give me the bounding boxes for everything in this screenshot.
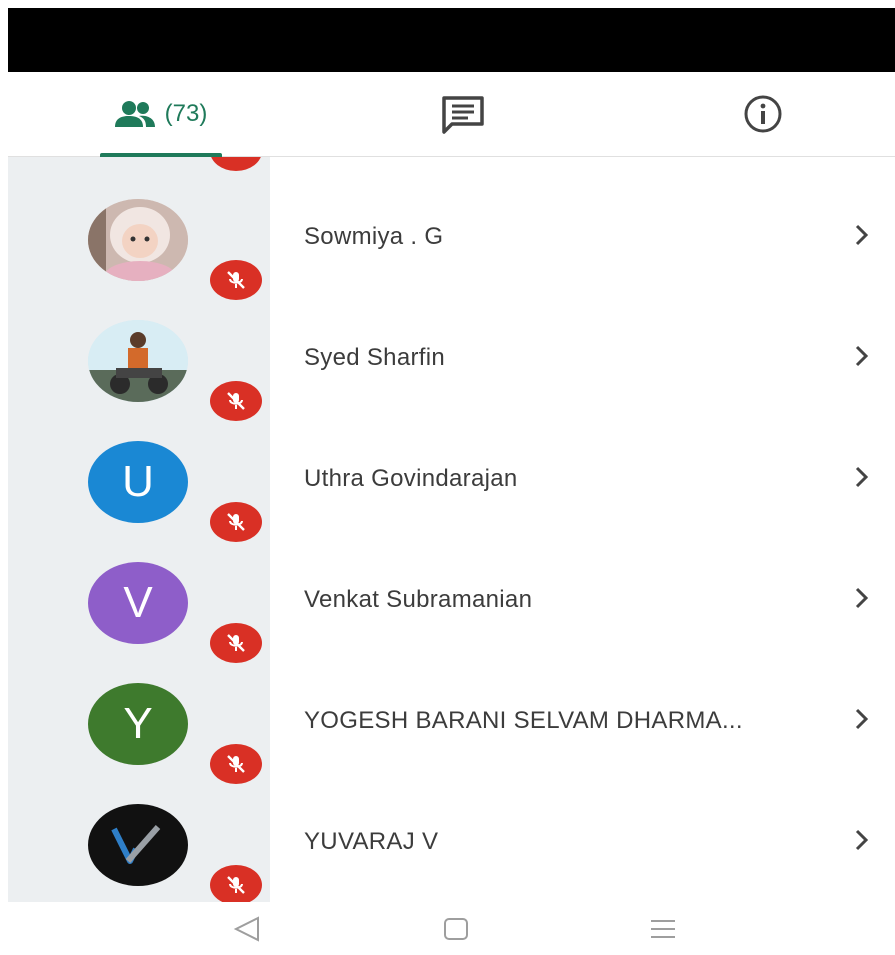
home-square-icon[interactable] (442, 915, 470, 943)
mic-off-icon (210, 502, 262, 542)
participant-name: YOGESH BARANI SELVAM DHARMA... (304, 707, 743, 734)
participant-name: Venkat Subramanian (304, 586, 533, 613)
tab-bar: (73) (8, 72, 895, 157)
chevron-right-icon[interactable] (852, 828, 872, 852)
mic-off-icon (210, 381, 262, 421)
participant-row[interactable]: YUVARAJ V (8, 782, 895, 902)
mic-off-icon (210, 260, 262, 300)
back-triangle-icon[interactable] (232, 915, 262, 943)
status-bar (8, 8, 895, 72)
avatar-letter: Y (88, 683, 188, 765)
participant-row[interactable]: U Uthra Govindarajan (8, 419, 895, 542)
chevron-right-icon[interactable] (852, 707, 872, 731)
participant-row[interactable]: Sowmiya . G (8, 177, 895, 300)
tab-info[interactable] (718, 72, 808, 156)
avatar-letter: V (88, 562, 188, 644)
participant-name: Syed Sharfin (304, 344, 446, 371)
avatar-letter: U (88, 441, 188, 523)
participant-name: Sowmiya . G (304, 223, 444, 250)
participant-name: YUVARAJ V (304, 828, 439, 855)
chevron-right-icon[interactable] (852, 465, 872, 489)
menu-lines-icon[interactable] (648, 915, 678, 943)
participant-list[interactable]: Sowmiya . G Syed Sharfin U Uthra Govinda… (8, 157, 895, 902)
system-nav-bar (8, 903, 895, 955)
avatar-photo (88, 199, 188, 281)
mic-off-icon (210, 865, 262, 902)
avatar-photo (88, 320, 188, 402)
people-icon (114, 101, 155, 127)
tab-chat[interactable] (418, 72, 508, 156)
participant-count: (73) (164, 100, 208, 127)
tab-people[interactable]: (73) (98, 72, 222, 156)
chevron-right-icon[interactable] (852, 344, 872, 368)
chat-icon (442, 96, 484, 134)
mic-off-icon (210, 744, 262, 784)
app-frame: (73) Sowmiya . G Syed Sharfin U Uthra Go… (0, 0, 895, 955)
info-icon (744, 95, 782, 133)
participant-row[interactable]: Y YOGESH BARANI SELVAM DHARMA... (8, 661, 895, 784)
avatar-logo (88, 804, 188, 886)
participant-row[interactable]: V Venkat Subramanian (8, 540, 895, 663)
chevron-right-icon[interactable] (852, 586, 872, 610)
participant-row[interactable]: Syed Sharfin (8, 298, 895, 421)
participant-name: Uthra Govindarajan (304, 465, 518, 492)
chevron-right-icon[interactable] (852, 223, 872, 247)
mic-off-icon (210, 623, 262, 663)
